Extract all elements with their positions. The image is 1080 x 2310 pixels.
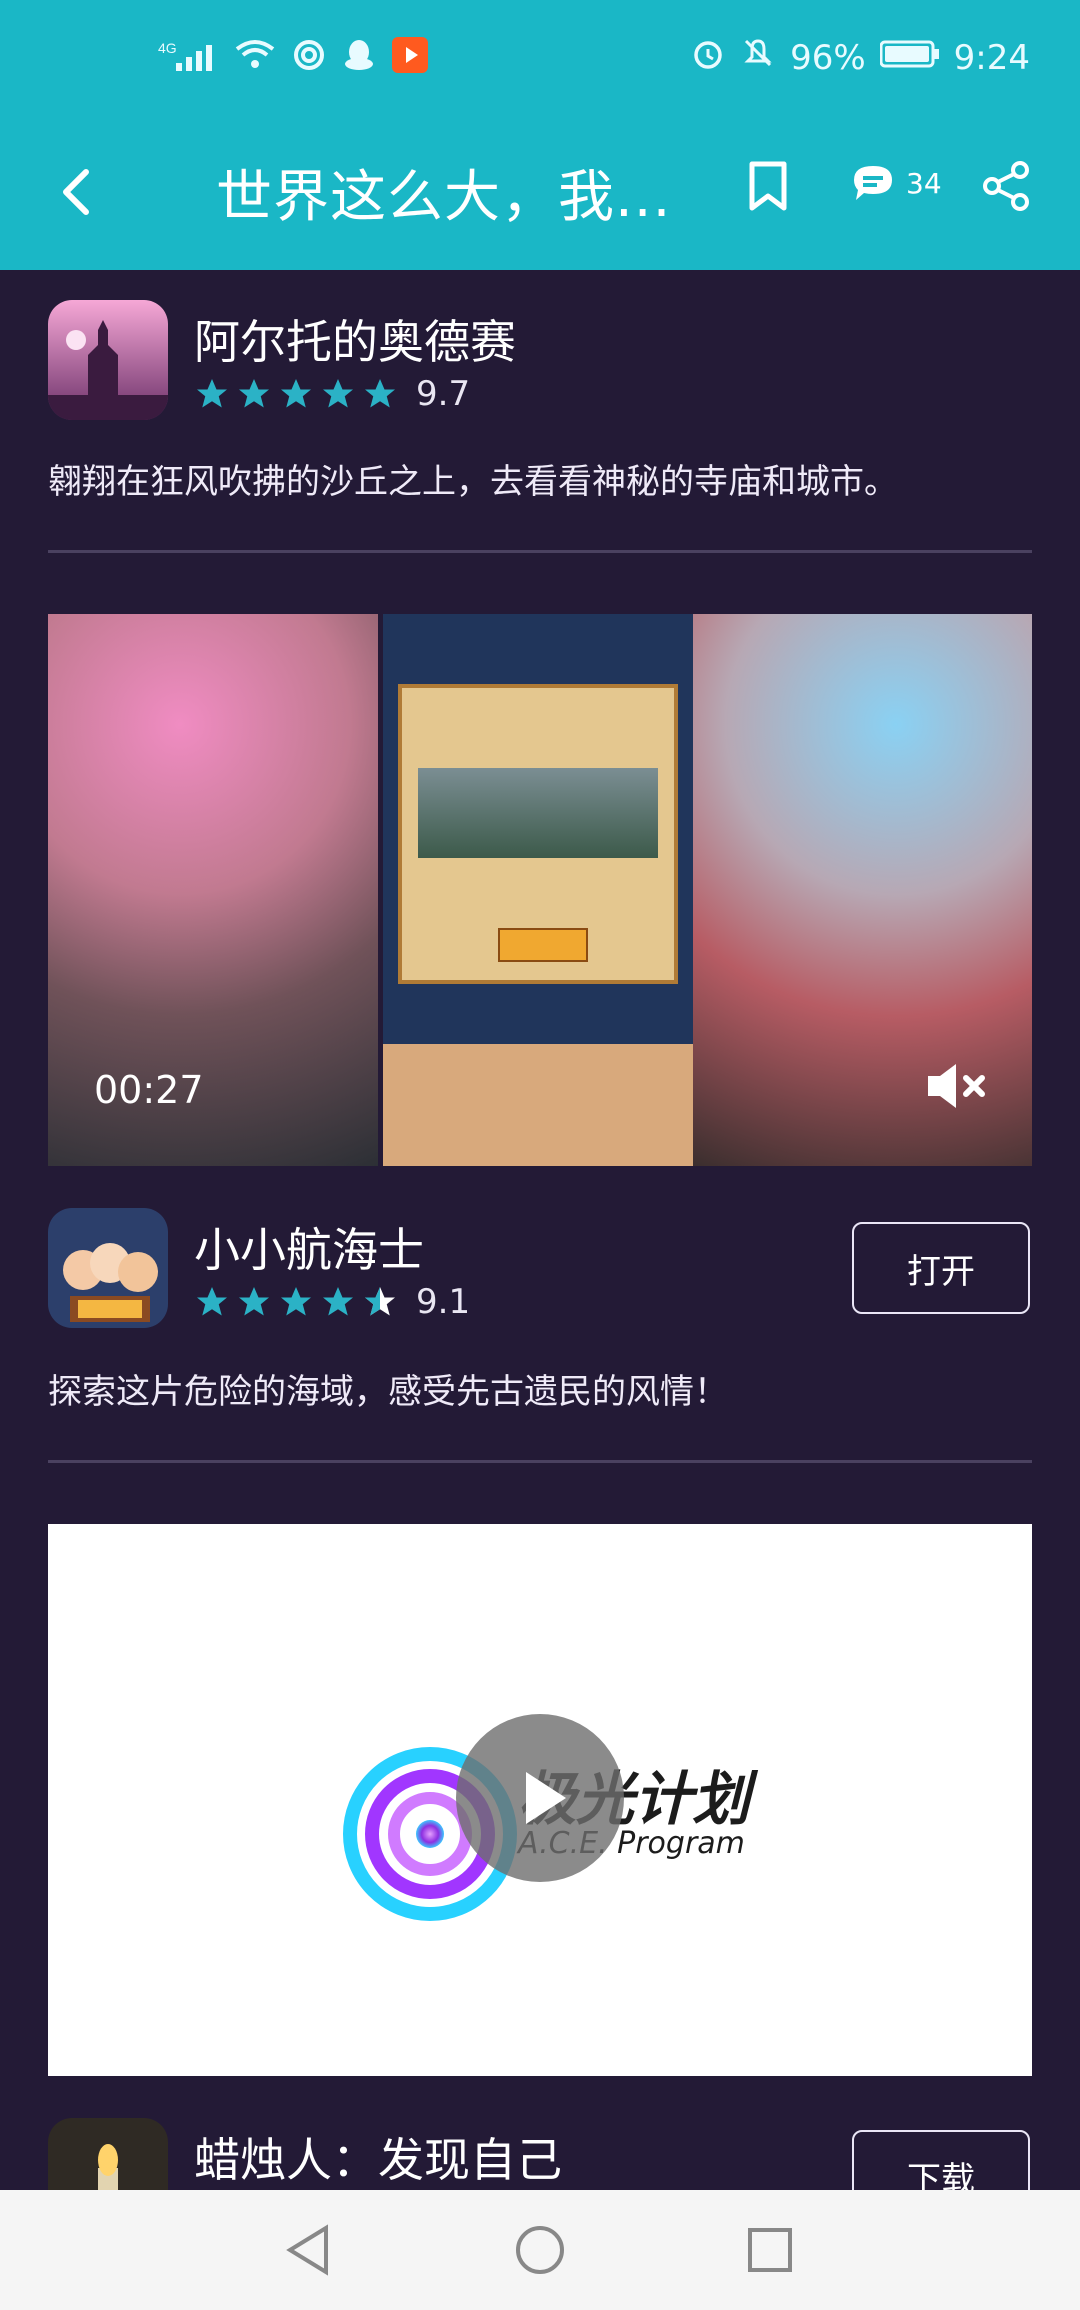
rating-stars: 9.7 [194, 374, 470, 414]
star-half-icon [365, 1287, 395, 1316]
star-icon [197, 1287, 227, 1316]
game-dialog [398, 684, 678, 984]
app-icon-sailor [48, 1208, 168, 1328]
system-nav-bar [0, 2190, 1080, 2310]
app-description: 探索这片危险的海域，感受先古遗民的风情！ [48, 1372, 728, 1412]
promo-video[interactable]: 极光计划 A.C.E. Program [48, 1524, 1032, 2076]
battery-percent: 96% [790, 37, 866, 78]
triangle-back-icon [286, 2224, 328, 2276]
divider [48, 1460, 1032, 1463]
star-icon [197, 379, 227, 408]
app-description: 翱翔在狂风吹拂的沙丘之上，去看看神秘的寺庙和城市。 [48, 462, 898, 502]
nav-bar: 世界这么大，我... 34 [0, 140, 1080, 236]
rating-value: 9.7 [416, 374, 471, 414]
bell-off-icon [740, 35, 776, 80]
status-bar: 4G 96% 9:24 [0, 35, 1080, 91]
app-icon-alto [48, 300, 168, 420]
status-right-icons: 96% 9:24 [690, 35, 1030, 80]
app-header: 4G 96% 9:24 世界这么大，我... 34 [0, 0, 1080, 270]
time: 9:24 [953, 37, 1030, 78]
back-icon [63, 169, 89, 215]
game-scene [418, 768, 658, 858]
star-icon [239, 1287, 269, 1316]
comment-icon [854, 166, 892, 200]
app-row-alto[interactable]: 阿尔托的奥德赛 9.7 [48, 300, 1038, 424]
play-button[interactable] [456, 1714, 624, 1882]
rating-value: 9.1 [416, 1282, 471, 1322]
star-icon [323, 379, 353, 408]
sync-icon [292, 38, 326, 81]
page-title: 世界这么大，我... [216, 165, 672, 230]
star-icon [239, 379, 269, 408]
video-time: 00:27 [94, 1068, 204, 1112]
app-name: 阿尔托的奥德赛 [194, 315, 516, 369]
star-icon [281, 1287, 311, 1316]
app-name: 蜡烛人：发现自己 [194, 2133, 562, 2187]
nav-recents-button[interactable] [740, 2220, 800, 2284]
open-button[interactable]: 打开 [852, 1222, 1030, 1314]
back-button[interactable] [50, 162, 110, 222]
battery-icon [879, 38, 940, 78]
game-bottom-ui [383, 1044, 693, 1166]
comment-count: 34 [906, 166, 942, 200]
game-button [498, 928, 588, 962]
video-player[interactable]: 00:27 [48, 614, 1032, 1166]
game-screenshot [383, 614, 693, 1166]
play-icon [526, 1772, 566, 1824]
video-app-icon [392, 37, 428, 82]
recents-square-icon [748, 2228, 792, 2272]
svg-text:4G: 4G [158, 40, 177, 56]
bookmark-icon [749, 161, 787, 211]
nav-home-button[interactable] [510, 2220, 570, 2284]
alarm-icon [690, 35, 726, 80]
status-left-icons: 4G [158, 35, 428, 84]
divider [48, 550, 1032, 553]
comment-button[interactable]: 34 [848, 158, 942, 208]
rating-stars: 9.1 [194, 1282, 470, 1322]
star-icon [365, 379, 395, 408]
star-icon [323, 1287, 353, 1316]
app-name: 小小航海士 [194, 1223, 424, 1277]
volume-mute-icon[interactable] [926, 1058, 990, 1118]
qq-icon [342, 38, 376, 81]
signal-icon: 4G [158, 35, 218, 84]
star-icon [281, 379, 311, 408]
share-icon [983, 161, 1029, 211]
wifi-icon [234, 37, 276, 82]
share-button[interactable] [980, 158, 1036, 218]
nav-back-button[interactable] [280, 2220, 340, 2284]
home-circle-icon [516, 2226, 564, 2274]
bookmark-button[interactable] [740, 158, 796, 218]
